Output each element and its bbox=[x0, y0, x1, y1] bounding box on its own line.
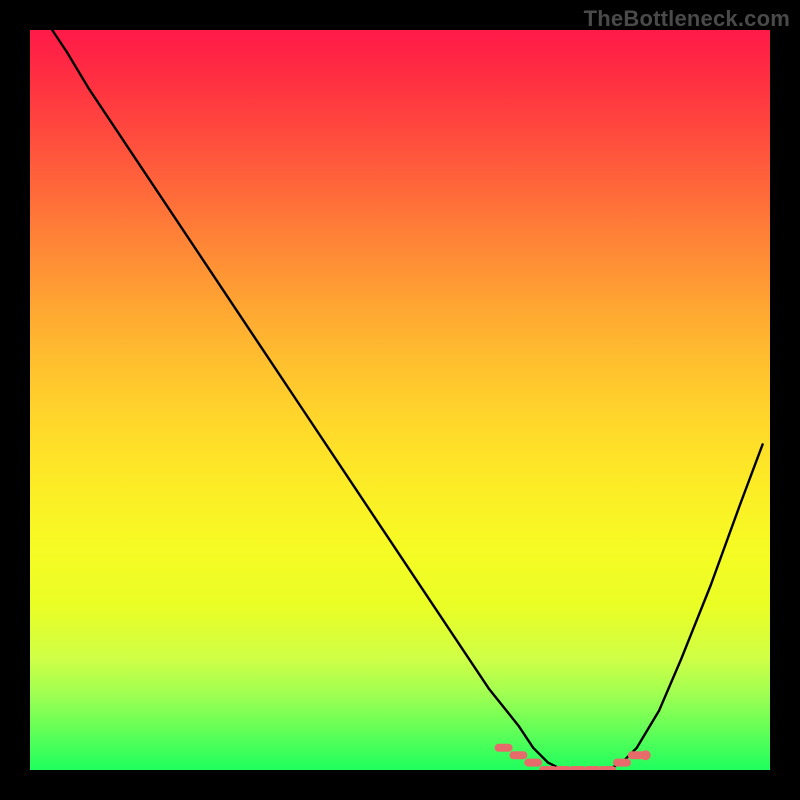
watermark-text: TheBottleneck.com bbox=[584, 6, 790, 32]
chart-frame: TheBottleneck.com bbox=[0, 0, 800, 800]
plot-area bbox=[30, 30, 770, 770]
